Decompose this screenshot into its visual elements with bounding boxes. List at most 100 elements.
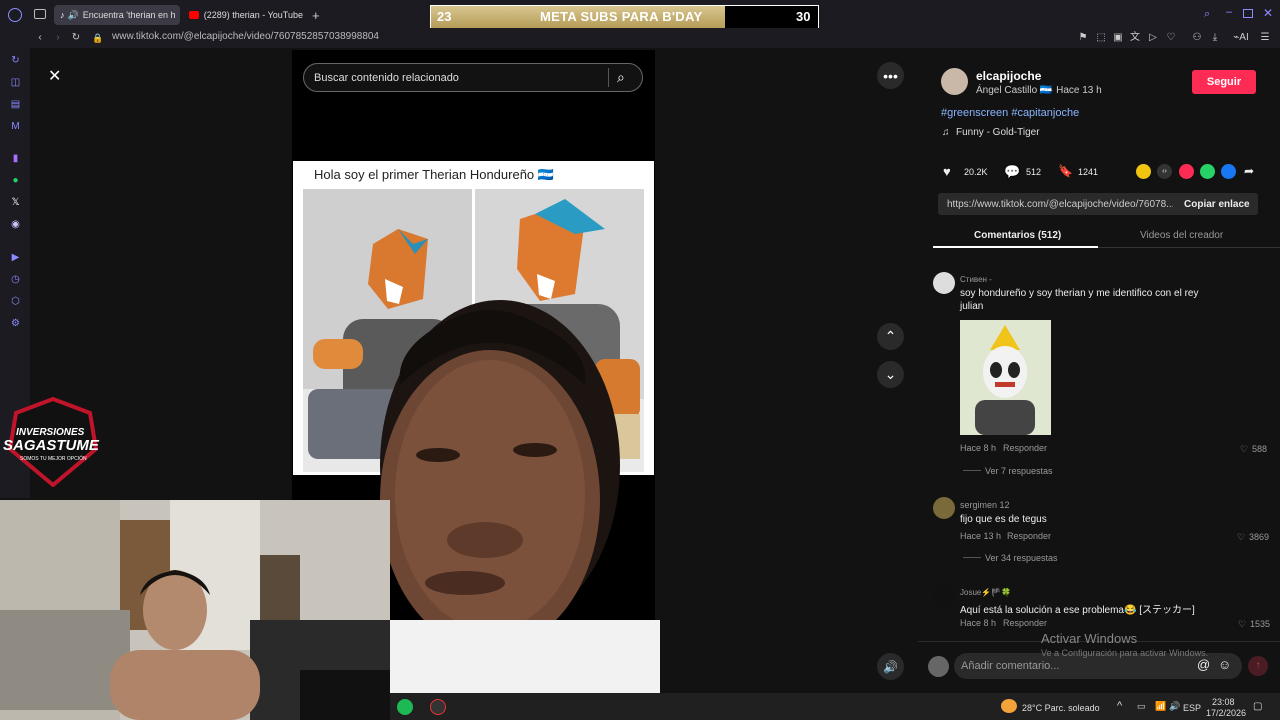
comment-avatar[interactable] [933,585,955,607]
bookmark-icon[interactable]: ⚑ [1076,31,1090,45]
sidebar-store-icon[interactable]: ◫ [9,76,22,89]
sidebar-mail-icon[interactable]: M [9,120,22,133]
sidebar-discord-icon[interactable]: ◉ [9,218,22,231]
browser-logo-icon [8,8,22,22]
hashtags[interactable]: #greenscreen #capitanjoche [941,107,1079,119]
comment-like-count: 588 [1252,444,1268,454]
minimize-button[interactable]: – [1226,6,1232,18]
sidebar-x-icon[interactable]: 𝕏 [9,196,22,209]
comment-avatar[interactable] [933,497,955,519]
url-field[interactable]: www.tiktok.com/@elcapijoche/video/760785… [112,31,379,42]
translate-icon[interactable]: 文 [1128,31,1142,45]
like-count: 20.2K [964,167,988,177]
embed-icon[interactable]: ‹› [1157,164,1172,179]
sidebar-whatsapp-icon[interactable]: ● [9,174,22,187]
tab-youtube[interactable]: (2289) therian - YouTube [183,5,309,25]
screenshot-icon[interactable]: ⬚ [1094,31,1108,45]
comment-user[interactable]: Стивен - [960,275,992,284]
speaker-icon[interactable]: 🔊 [1169,701,1180,712]
comment-avatar[interactable] [933,272,955,294]
creator-username[interactable]: elcapijoche [976,69,1041,83]
comment-user[interactable]: sergimen 12 [960,500,1010,510]
reply-button[interactable]: Responder [1003,618,1047,628]
tab-overview-icon[interactable] [34,9,46,19]
wifi-icon[interactable]: 📶 [1155,701,1166,712]
send-icon[interactable] [1179,164,1194,179]
maximize-button[interactable] [1243,9,1253,18]
notifications-icon[interactable]: ▢ [1253,701,1262,712]
clock-date[interactable]: 17/2/2026 [1206,708,1246,718]
tray-chevron-icon[interactable]: ^ [1117,700,1122,712]
view-replies[interactable]: Ver 34 respuestas [985,553,1058,563]
mention-icon[interactable]: @ [1197,657,1210,672]
more-options-button[interactable]: ••• [877,62,904,89]
sidebar-twitch-icon[interactable]: ▮ [9,152,22,165]
heart-icon[interactable]: ♡ [1164,31,1178,45]
play-icon[interactable]: ▷ [1146,31,1160,45]
windows-activation-subtitle: Ve a Configuración para activar Windows. [1041,648,1209,658]
comment-text: Aquí está la solución a ese problema😂 [ス… [960,605,1195,616]
obs-icon[interactable] [430,699,446,715]
windows-activation-title: Activar Windows [1041,631,1138,646]
search-icon[interactable]: ⌕ [617,69,625,86]
comment-like-icon[interactable]: ♡ [1240,444,1248,455]
music-title[interactable]: Funny - Gold-Tiger [956,127,1040,138]
tab-comments[interactable]: Comentarios (512) [974,230,1061,241]
next-video-button[interactable]: ⌄ [877,361,904,388]
comment-like-icon[interactable]: ♡ [1237,532,1245,543]
tray-icon[interactable]: ▭ [1137,701,1146,712]
profile-icon[interactable]: ⚇ [1190,31,1204,45]
split-view-icon[interactable]: ▣ [1111,31,1125,45]
comment-like-count: 3869 [1249,532,1270,542]
menu-icon[interactable]: ☰ [1258,31,1272,45]
reply-button[interactable]: Responder [1003,443,1047,453]
download-icon[interactable]: ⤓ [1208,31,1222,45]
tab-creator-videos[interactable]: Videos del creador [1140,230,1223,241]
sidebar-settings-icon[interactable]: ⚙ [9,317,22,330]
emoji-icon[interactable]: ☺ [1218,657,1231,672]
comment-like-icon[interactable]: ♡ [1238,619,1246,630]
close-window-button[interactable]: ✕ [1263,6,1273,20]
spotify-icon[interactable] [397,699,413,715]
close-video-button[interactable]: ✕ [48,66,68,86]
related-search-bar[interactable]: Buscar contenido relacionado [303,63,643,92]
sidebar-refresh-icon[interactable]: ↻ [9,54,22,67]
copy-link-button[interactable]: Copiar enlace [1184,199,1250,210]
whatsapp-share-icon[interactable] [1200,164,1215,179]
reload-icon[interactable]: ↻ [69,31,83,45]
forward-icon[interactable]: › [51,31,65,45]
subs-goal-count: 30 [796,9,811,24]
sidebar-player-icon[interactable]: ▶ [9,251,22,264]
repost-icon[interactable] [1136,164,1151,179]
creator-avatar[interactable] [941,68,968,95]
language-indicator[interactable]: ESP [1183,703,1201,713]
previous-video-button[interactable]: ⌃ [877,323,904,350]
audio-playing-icon: 🔊 [67,9,79,20]
comment-icon[interactable]: 💬 [1004,164,1020,180]
back-icon[interactable]: ‹ [33,31,47,45]
ai-icon[interactable]: ⌁AI [1230,31,1252,45]
sidebar-history-icon[interactable]: ◷ [9,273,22,286]
facebook-share-icon[interactable] [1221,164,1236,179]
follow-button[interactable]: Seguir [1192,70,1256,94]
reply-button[interactable]: Responder [1007,531,1051,541]
weather-text[interactable]: 28°C Parc. soleado [1022,703,1100,713]
replies-line [963,557,981,558]
sidebar-chat-icon[interactable]: ▤ [9,98,22,111]
view-replies[interactable]: Ver 7 respuestas [985,466,1053,476]
new-tab-button[interactable]: + [312,8,320,23]
video-link-url[interactable]: https://www.tiktok.com/@elcapijoche/vide… [947,199,1173,210]
tab-tiktok[interactable]: ♪ 🔊 Encuentra 'therian en h [54,5,180,25]
save-icon[interactable]: 🔖 [1058,164,1073,178]
clock-time[interactable]: 23:08 [1212,697,1235,707]
comment-sticker-image[interactable] [960,320,1051,435]
sidebar-extension-icon[interactable]: ⬡ [9,295,22,308]
like-icon[interactable]: ♥ [943,164,951,179]
comment-user[interactable]: Josue⚡🏴🍀 [960,588,1011,597]
search-icon[interactable]: ⌕ [1204,8,1210,21]
share-icon[interactable]: ➦ [1244,164,1254,178]
volume-button[interactable]: 🔊 [877,653,904,680]
tab-divider [1098,247,1280,248]
replies-line [963,470,981,471]
post-comment-button[interactable]: ↑ [1248,656,1268,676]
